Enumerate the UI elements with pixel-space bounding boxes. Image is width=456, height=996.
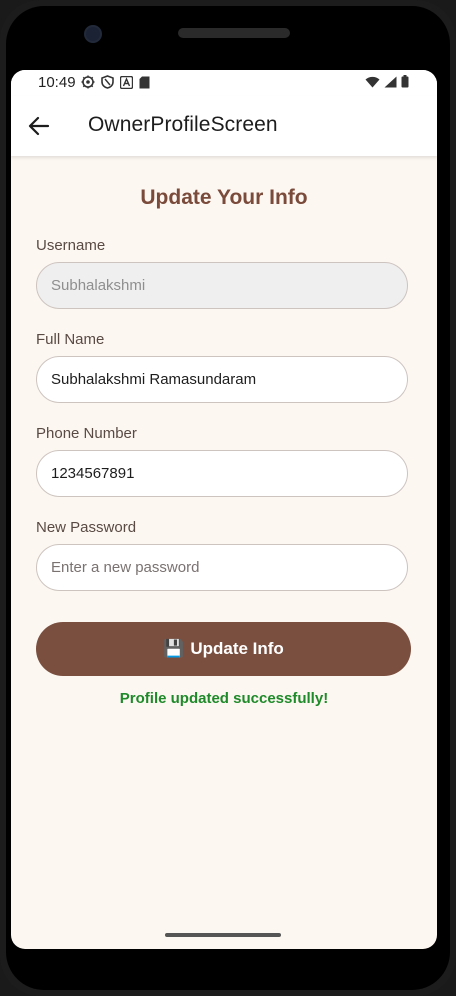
update-info-button[interactable]: 💾 Update Info	[36, 622, 411, 676]
app-bar: OwnerProfileScreen	[11, 96, 437, 156]
arrow-left-icon	[28, 116, 50, 136]
shield-icon	[101, 75, 114, 89]
fullname-field[interactable]	[36, 356, 408, 403]
settings-gear-icon	[81, 75, 95, 89]
username-field	[36, 262, 408, 309]
status-icons-left	[81, 75, 150, 89]
password-field[interactable]	[36, 544, 408, 591]
a-letter-icon	[120, 75, 133, 89]
phone-label: Phone Number	[36, 425, 137, 442]
success-message: Profile updated successfully!	[119, 690, 329, 707]
password-label: New Password	[36, 519, 137, 536]
status-bar: 10:49	[11, 70, 437, 96]
gesture-nav-handle[interactable]	[165, 933, 281, 937]
signal-icon	[384, 76, 397, 87]
status-time: 10:49	[38, 74, 76, 91]
app-bar-title: OwnerProfileScreen	[88, 113, 278, 136]
battery-icon	[401, 75, 409, 88]
phone-frame: 10:49 OwnerProfileScreen Update Your Inf…	[0, 0, 456, 996]
back-button[interactable]	[25, 112, 53, 140]
sim-card-icon	[139, 76, 150, 88]
status-icons-right	[365, 75, 409, 88]
update-info-label: Update Info	[190, 639, 284, 658]
wifi-icon	[365, 76, 380, 87]
front-camera	[84, 25, 102, 43]
username-label: Username	[36, 237, 106, 254]
phone-field[interactable]	[36, 450, 408, 497]
app-screen: 10:49 OwnerProfileScreen Update Your Inf…	[11, 70, 437, 949]
floppy-disk-icon: 💾	[163, 639, 185, 658]
earpiece-speaker	[178, 28, 290, 38]
fullname-label: Full Name	[36, 331, 105, 348]
form-title: Update Your Info	[140, 186, 308, 209]
